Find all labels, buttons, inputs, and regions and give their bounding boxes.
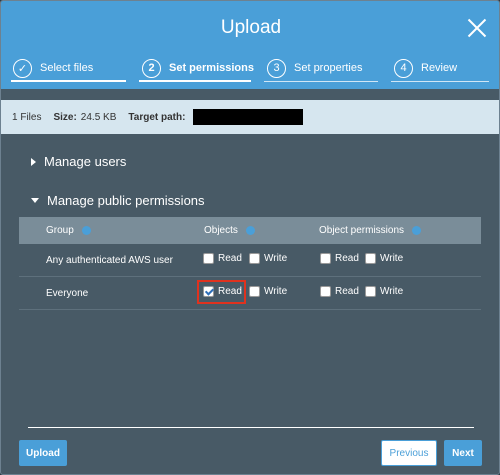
section-label: Manage users [44, 154, 127, 169]
step-progress-line [139, 80, 251, 82]
info-icon[interactable] [412, 226, 422, 235]
step-set-permissions[interactable]: 2 Set permissions [142, 55, 254, 81]
permissions-read-checkbox[interactable]: Read [320, 286, 359, 297]
checkbox-label: Write [264, 253, 288, 264]
header-group: Group [46, 225, 91, 236]
checkbox-label: Read [218, 286, 242, 297]
group-name: Any authenticated AWS user [46, 255, 173, 266]
checkbox-box[interactable] [365, 253, 376, 264]
checkbox-box[interactable] [320, 286, 331, 297]
upload-button[interactable]: Upload [19, 440, 67, 466]
size-value: 24.5 KB [80, 111, 117, 123]
objects-write-checkbox[interactable]: Write [249, 286, 287, 297]
group-name: Everyone [46, 288, 89, 299]
manage-users-toggle[interactable]: Manage users [31, 154, 126, 169]
checkbox-label: Write [380, 253, 404, 264]
step-label: Select files [40, 62, 94, 74]
step-number: 3 [267, 58, 286, 78]
checkbox-box[interactable] [249, 253, 260, 264]
step-progress-line [11, 80, 126, 82]
section-label: Manage public permissions [47, 193, 205, 208]
info-icon[interactable] [81, 226, 91, 235]
step-review[interactable]: 4 Review [394, 55, 457, 81]
close-icon[interactable] [467, 18, 487, 38]
checkbox-box[interactable] [365, 286, 376, 297]
manage-public-permissions-toggle[interactable]: Manage public permissions [31, 193, 205, 208]
step-number: 2 [142, 58, 161, 78]
dialog-title: Upload [220, 17, 282, 38]
checkbox-label: Read [218, 253, 242, 264]
target-path-label: Target path: [128, 111, 186, 123]
step-label: Review [421, 62, 458, 74]
info-icon[interactable] [245, 226, 255, 235]
header-label: Group [46, 225, 74, 236]
table-row: Everyone Read Write Read Write [19, 277, 481, 310]
step-progress-line [391, 81, 489, 82]
caret-right-icon [31, 157, 36, 166]
footer-divider [28, 427, 474, 428]
table-header: Group Objects Object permissions [19, 217, 481, 244]
checkbox-box-checked[interactable] [203, 286, 214, 297]
table-row: Any authenticated AWS user Read Write Re… [19, 244, 481, 277]
checkbox-box[interactable] [203, 253, 214, 264]
size-label: Size: [53, 111, 77, 123]
permissions-read-checkbox[interactable]: Read [320, 253, 359, 264]
upload-info-bar: 1 Files Size: 24.5 KB Target path: [1, 100, 499, 134]
caret-down-icon [31, 198, 39, 203]
permissions-write-checkbox[interactable]: Write [365, 286, 403, 297]
permissions-table: Group Objects Object permissions Any aut… [19, 217, 481, 310]
checkbox-label: Read [335, 253, 359, 264]
file-count: 1 Files [12, 111, 42, 123]
checkbox-label: Write [380, 286, 404, 297]
upload-dialog: Upload ✓ Select files 2 Set permissions … [0, 0, 500, 475]
permissions-write-checkbox[interactable]: Write [365, 253, 403, 264]
next-button[interactable]: Next [444, 440, 482, 466]
objects-read-checkbox[interactable]: Read [203, 286, 242, 297]
checkbox-label: Read [335, 286, 359, 297]
checkbox-box[interactable] [320, 253, 331, 264]
header-label: Object permissions [319, 225, 405, 236]
target-path-redacted [193, 109, 304, 125]
objects-read-checkbox[interactable]: Read [203, 253, 242, 264]
header-object-permissions: Object permissions [319, 225, 422, 236]
step-set-properties[interactable]: 3 Set properties [267, 55, 362, 81]
step-progress-line [264, 81, 378, 82]
step-indicator: ✓ Select files 2 Set permissions 3 Set p… [1, 55, 499, 82]
header-label: Objects [204, 225, 238, 236]
dialog-header: Upload ✓ Select files 2 Set permissions … [1, 1, 499, 89]
objects-write-checkbox[interactable]: Write [249, 253, 287, 264]
step-number: 4 [394, 58, 413, 78]
step-label: Set properties [294, 62, 363, 74]
step-select-files[interactable]: ✓ Select files [13, 55, 93, 81]
check-icon: ✓ [13, 58, 32, 78]
checkbox-box[interactable] [249, 286, 260, 297]
previous-button[interactable]: Previous [381, 440, 437, 466]
checkbox-label: Write [264, 286, 288, 297]
header-objects: Objects [204, 225, 255, 236]
step-label: Set permissions [169, 62, 254, 74]
